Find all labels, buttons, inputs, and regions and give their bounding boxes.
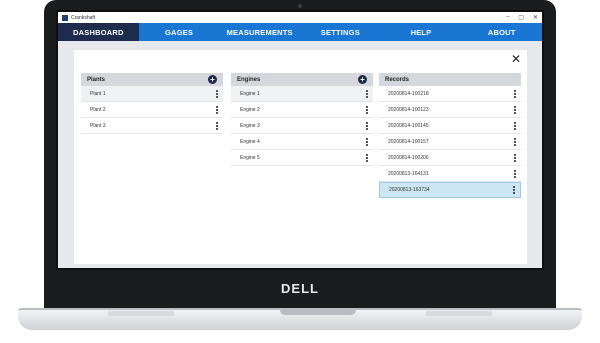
record-row[interactable]: 20200814-100218	[379, 86, 521, 102]
more-options-icon[interactable]	[512, 89, 518, 98]
plant-label: Plant 3	[90, 122, 106, 129]
plants-header: Plants +	[81, 73, 223, 86]
engines-header: Engines +	[231, 73, 373, 86]
plants-title: Plants	[87, 76, 106, 83]
laptop-foot	[426, 311, 492, 316]
record-label: 20200813-163734	[389, 187, 430, 193]
engine-label: Engine 2	[240, 106, 260, 113]
record-row[interactable]: 20200814-100123	[379, 102, 521, 118]
plant-label: Plant 2	[90, 106, 106, 113]
hinge-notch	[280, 310, 356, 315]
record-label: 20200814-100157	[388, 138, 429, 145]
laptop-foot	[108, 311, 174, 316]
nav-help[interactable]: HELP	[381, 23, 462, 41]
engines-title: Engines	[237, 76, 261, 83]
nav-dashboard[interactable]: DASHBOARD	[58, 23, 139, 41]
minimize-button[interactable]: –	[506, 14, 509, 21]
records-title: Records	[385, 76, 410, 83]
app-window: Crankshaft – ▢ ✕ DASHBOARD GAGES MEASURE…	[58, 12, 542, 268]
record-row[interactable]: 20200814-100206	[379, 150, 521, 166]
record-row[interactable]: 20200813-164131	[379, 166, 521, 182]
app-icon	[62, 14, 68, 21]
engine-row[interactable]: Engine 5	[231, 150, 373, 166]
nav-gages[interactable]: GAGES	[139, 23, 220, 41]
record-label: 20200813-164131	[388, 170, 429, 177]
add-engine-button[interactable]: +	[358, 75, 367, 84]
more-options-icon[interactable]	[511, 186, 517, 194]
more-options-icon[interactable]	[512, 153, 518, 162]
laptop-base	[18, 308, 582, 330]
window-controls: – ▢ ✕	[506, 14, 538, 21]
plant-row[interactable]: Plant 3	[81, 118, 223, 134]
brand-logo: DELL	[281, 281, 319, 296]
engine-row[interactable]: Engine 2	[231, 102, 373, 118]
more-options-icon[interactable]	[364, 153, 370, 162]
plant-row[interactable]: Plant 1	[81, 86, 223, 102]
engines-column: Engines + Engine 1 Engine 2 Engine 3 Eng…	[231, 73, 373, 166]
more-options-icon[interactable]	[364, 137, 370, 146]
record-label: 20200814-100218	[388, 90, 429, 97]
more-options-icon[interactable]	[512, 137, 518, 146]
plants-column: Plants + Plant 1 Plant 2 Plant 3	[81, 73, 223, 134]
title-bar: Crankshaft – ▢ ✕	[58, 12, 542, 23]
webcam	[298, 4, 302, 8]
more-options-icon[interactable]	[364, 105, 370, 114]
engine-row[interactable]: Engine 3	[231, 118, 373, 134]
close-icon[interactable]: ✕	[511, 53, 521, 65]
record-row[interactable]: 20200814-100145	[379, 118, 521, 134]
record-row[interactable]: 20200814-100157	[379, 134, 521, 150]
more-options-icon[interactable]	[214, 89, 220, 98]
record-label: 20200814-100145	[388, 122, 429, 129]
record-label: 20200814-100123	[388, 106, 429, 113]
records-column: Records 20200814-100218 20200814-100123 …	[379, 73, 521, 198]
engine-label: Engine 1	[240, 90, 260, 97]
engine-row[interactable]: Engine 4	[231, 134, 373, 150]
nav-settings[interactable]: SETTINGS	[300, 23, 381, 41]
maximize-button[interactable]: ▢	[518, 14, 524, 21]
more-options-icon[interactable]	[364, 89, 370, 98]
more-options-icon[interactable]	[214, 105, 220, 114]
engine-row[interactable]: Engine 1	[231, 86, 373, 102]
engine-label: Engine 4	[240, 138, 260, 145]
nav-about[interactable]: ABOUT	[461, 23, 542, 41]
record-label: 20200814-100206	[388, 154, 429, 161]
engine-label: Engine 3	[240, 122, 260, 129]
more-options-icon[interactable]	[364, 121, 370, 130]
main-nav: DASHBOARD GAGES MEASUREMENTS SETTINGS HE…	[58, 23, 542, 41]
plant-label: Plant 1	[90, 90, 106, 97]
nav-measurements[interactable]: MEASUREMENTS	[219, 23, 300, 41]
plant-row[interactable]: Plant 2	[81, 102, 223, 118]
window-title: Crankshaft	[71, 14, 96, 21]
more-options-icon[interactable]	[214, 121, 220, 130]
dashboard-panel: ✕ Plants + Plant 1 Plant 2 Plant 3 Engin…	[74, 50, 527, 264]
more-options-icon[interactable]	[512, 169, 518, 178]
engine-label: Engine 5	[240, 154, 260, 161]
records-header: Records	[379, 73, 521, 86]
record-row-selected[interactable]: 20200813-163734	[379, 182, 521, 198]
more-options-icon[interactable]	[512, 105, 518, 114]
more-options-icon[interactable]	[512, 121, 518, 130]
add-plant-button[interactable]: +	[208, 75, 217, 84]
close-window-button[interactable]: ✕	[533, 14, 538, 21]
